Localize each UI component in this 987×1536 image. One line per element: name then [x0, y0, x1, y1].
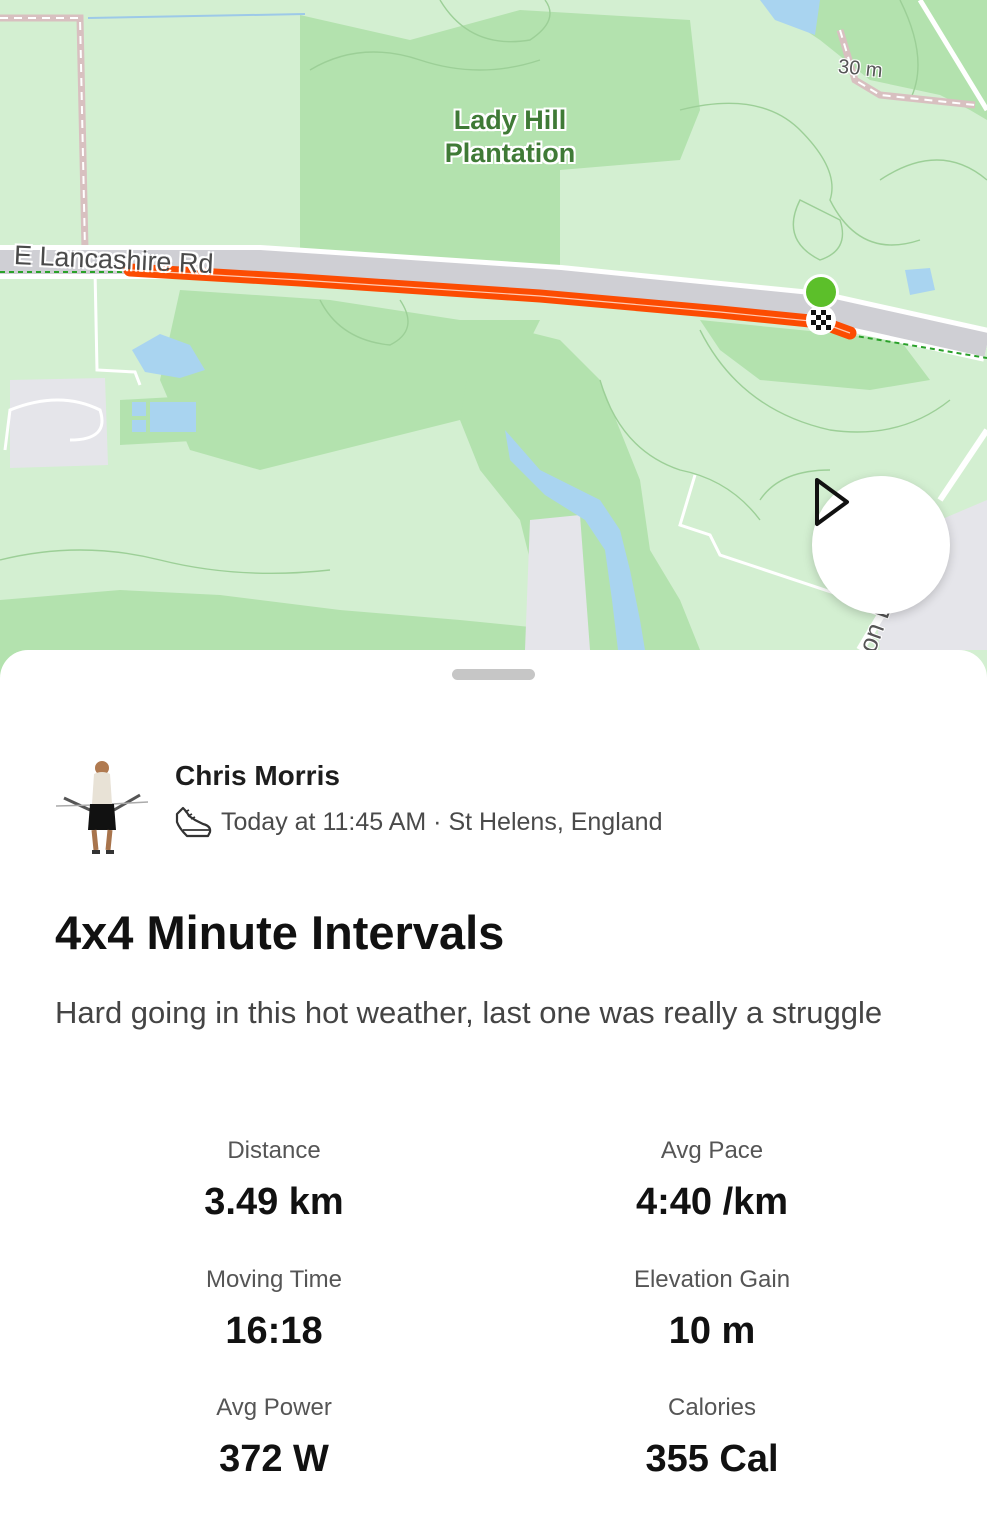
map-area-label: Lady Hill Plantation [444, 105, 576, 168]
stat-label: Avg Power [216, 1394, 332, 1421]
stat-value: 355 Cal [645, 1438, 779, 1480]
sheet-drag-handle[interactable] [452, 669, 535, 680]
stat-label: Avg Pace [660, 1137, 764, 1164]
stat-value: 4:40 /km [635, 1181, 789, 1223]
athlete-name[interactable]: Chris Morris [175, 760, 340, 792]
stat-value: 16:18 [225, 1310, 323, 1352]
activity-sheet: Chris Morris Today at 11:45 AM · St Hele… [0, 650, 987, 1536]
stat-value: 372 W [219, 1438, 329, 1480]
stat-label: Calories [667, 1394, 757, 1421]
stat-label: Moving Time [205, 1266, 343, 1293]
stat-distance: Distance 3.49 km [84, 1136, 464, 1226]
stat-elevation-gain: Elevation Gain 10 m [522, 1265, 902, 1355]
stat-value: 3.49 km [204, 1181, 344, 1223]
avatar[interactable] [54, 760, 150, 856]
stat-moving-time: Moving Time 16:18 [84, 1265, 464, 1355]
running-shoe-icon [175, 806, 212, 838]
activity-meta: Today at 11:45 AM · St Helens, England [221, 808, 663, 836]
route-markers [803, 274, 839, 335]
route-map[interactable]: Lady Hill Plantation E Lancashire Rd 30 … [0, 0, 987, 680]
activity-title: 4x4 Minute Intervals [55, 906, 505, 959]
play-icon [815, 478, 849, 526]
activity-description: Hard going in this hot weather, last one… [55, 995, 883, 1030]
map-scale-label: 30 m [837, 55, 884, 83]
stat-label: Elevation Gain [633, 1266, 791, 1293]
stat-calories: Calories 355 Cal [522, 1393, 902, 1483]
stat-avg-pace: Avg Pace 4:40 /km [522, 1136, 902, 1226]
play-flyover-button[interactable] [812, 476, 950, 614]
stat-label: Distance [227, 1137, 321, 1164]
stat-value: 10 m [668, 1310, 756, 1352]
stat-avg-power: Avg Power 372 W [84, 1393, 464, 1483]
